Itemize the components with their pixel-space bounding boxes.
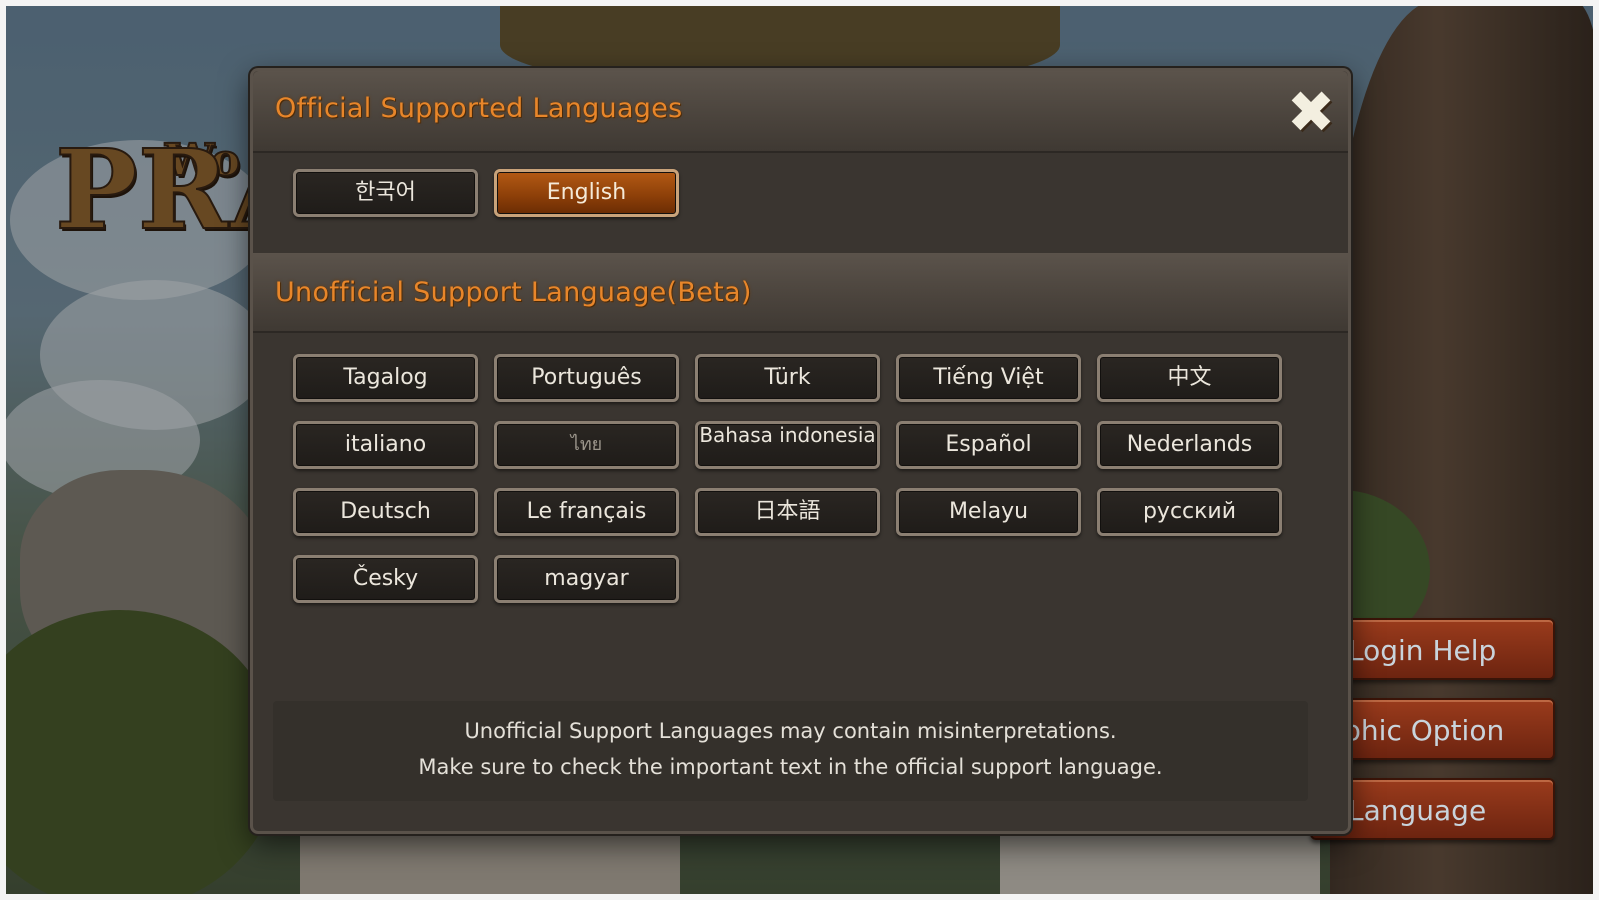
- lang-button-thai[interactable]: ไทย: [494, 421, 679, 469]
- notice-box: Unofficial Support Languages may contain…: [273, 701, 1308, 801]
- close-icon[interactable]: ✖: [1282, 83, 1340, 141]
- notice-line-1: Unofficial Support Languages may contain…: [464, 719, 1117, 743]
- lang-button-turkish[interactable]: Türk: [695, 354, 880, 402]
- lang-button-english[interactable]: English: [494, 169, 679, 217]
- lang-button-hungarian[interactable]: magyar: [494, 555, 679, 603]
- lang-button-indonesian[interactable]: Bahasa indonesia: [695, 421, 880, 469]
- lang-button-italian[interactable]: italiano: [293, 421, 478, 469]
- lang-button-french[interactable]: Le français: [494, 488, 679, 536]
- lang-button-russian[interactable]: русский: [1097, 488, 1282, 536]
- lang-button-chinese[interactable]: 中文: [1097, 354, 1282, 402]
- game-background: Wo PRA Login Help aphic Option Language …: [0, 0, 1599, 900]
- lang-button-german[interactable]: Deutsch: [293, 488, 478, 536]
- lang-button-czech[interactable]: Česky: [293, 555, 478, 603]
- lang-button-korean[interactable]: 한국어: [293, 169, 478, 217]
- lang-button-dutch[interactable]: Nederlands: [1097, 421, 1282, 469]
- lang-button-portuguese[interactable]: Português: [494, 354, 679, 402]
- lang-button-vietnamese[interactable]: Tiếng Việt: [896, 354, 1081, 402]
- language-dialog: Official Supported Languages ✖ 한국어 Engli…: [250, 68, 1351, 834]
- unofficial-section-header: Unofficial Support Language(Beta): [253, 253, 1348, 333]
- official-section-header: Official Supported Languages ✖: [253, 71, 1348, 153]
- lang-button-malay[interactable]: Melayu: [896, 488, 1081, 536]
- official-section-title: Official Supported Languages: [275, 93, 683, 124]
- lang-button-spanish[interactable]: Español: [896, 421, 1081, 469]
- unofficial-section-title: Unofficial Support Language(Beta): [275, 277, 752, 308]
- notice-line-2: Make sure to check the important text in…: [418, 755, 1163, 779]
- lang-button-japanese[interactable]: 日本語: [695, 488, 880, 536]
- lang-button-tagalog[interactable]: Tagalog: [293, 354, 478, 402]
